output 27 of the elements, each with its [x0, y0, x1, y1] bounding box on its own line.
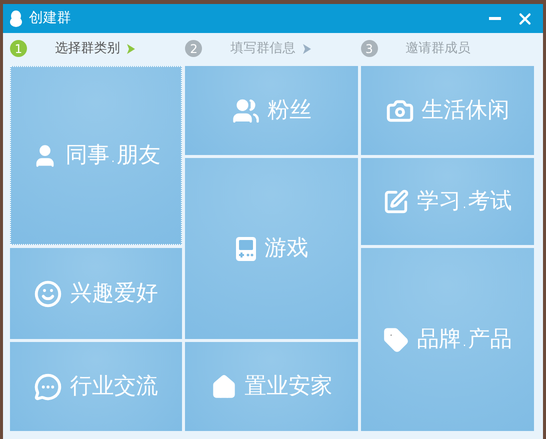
step-number: 2 [185, 40, 202, 57]
category-tile[interactable]: 生活休闲 [361, 66, 534, 155]
category-tile[interactable]: 游戏 [185, 158, 358, 339]
step-number: 1 [10, 40, 27, 57]
step-label: 填写群信息 [230, 40, 296, 58]
category-tile[interactable]: 置业安家 [185, 342, 358, 431]
step-label: 选择群类别 [55, 40, 120, 58]
category-tile[interactable]: 兴趣爱好 [10, 248, 182, 339]
step-number: 3 [360, 40, 378, 57]
house-icon [210, 374, 236, 400]
smiley-icon [34, 280, 62, 308]
category-tile[interactable]: 同事.朋友 [10, 66, 182, 245]
step-label: 邀请群成员 [406, 40, 471, 58]
category-tile[interactable]: 行业交流 [10, 342, 182, 431]
pen-square-icon [383, 188, 409, 214]
category-tile[interactable]: 品牌.产品 [361, 248, 534, 431]
minimize-icon [489, 17, 501, 20]
handheld-console-icon [234, 236, 256, 262]
tag-icon [383, 326, 409, 352]
arrow-icon [302, 44, 311, 54]
arrow-icon [127, 44, 136, 54]
window-title: 创建群 [29, 9, 71, 28]
penguin-icon [9, 10, 23, 28]
category-tile[interactable]: 学习.考试 [361, 158, 534, 245]
speech-bubble-icon [34, 372, 62, 400]
category-tile[interactable]: 粉丝 [185, 66, 358, 155]
people-icon [232, 96, 260, 124]
